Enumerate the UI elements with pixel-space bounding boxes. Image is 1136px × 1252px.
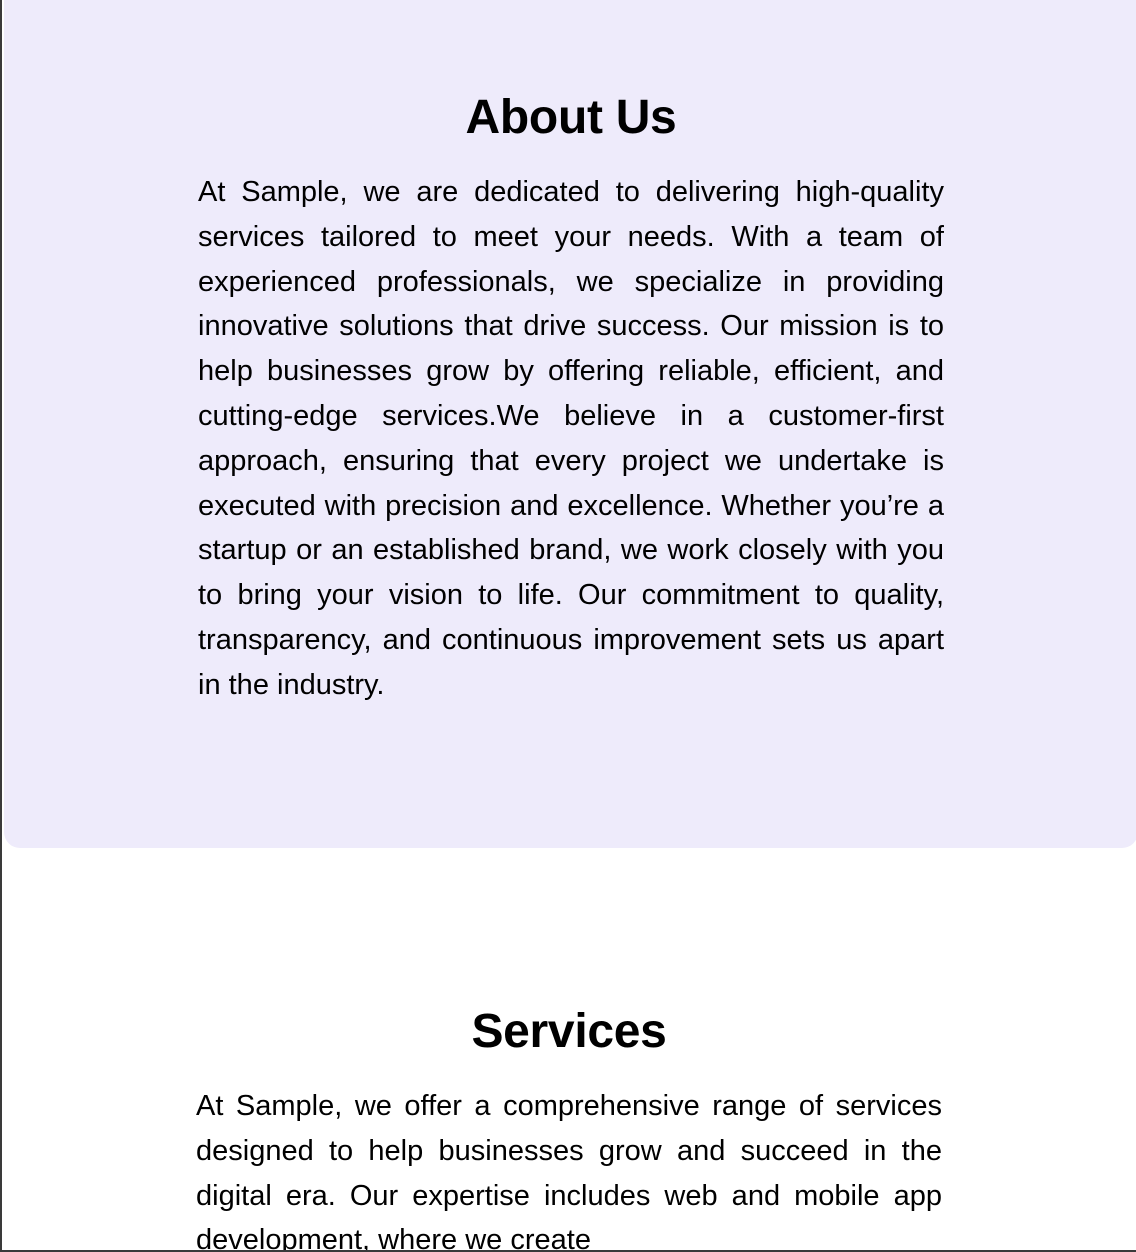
services-title: Services	[471, 1005, 667, 1058]
services-section: Services At Sample, we offer a comprehen…	[196, 1002, 942, 1252]
about-title: About Us	[465, 91, 677, 144]
about-paragraph: At Sample, we are dedicated to deliverin…	[198, 176, 944, 701]
about-section: About Us At Sample, we are dedicated to …	[4, 0, 1136, 848]
about-content: About Us At Sample, we are dedicated to …	[198, 88, 944, 708]
services-paragraph: At Sample, we offer a comprehensive rang…	[196, 1090, 942, 1252]
page-frame: About Us At Sample, we are dedicated to …	[0, 0, 1136, 1252]
